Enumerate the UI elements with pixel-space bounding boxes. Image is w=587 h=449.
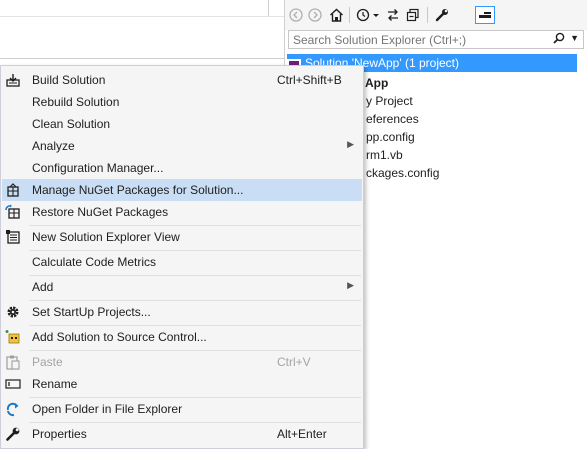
divider bbox=[0, 58, 284, 59]
divider bbox=[268, 0, 269, 16]
editor-tab-strip bbox=[0, 0, 284, 64]
source-control-icon bbox=[5, 329, 21, 345]
menu-item-label: Build Solution bbox=[32, 73, 106, 87]
toolbar-separator bbox=[349, 7, 350, 23]
submenu-arrow-icon: ▶ bbox=[347, 139, 354, 149]
menu-item-rename[interactable]: Rename bbox=[2, 373, 362, 395]
menu-item-shortcut: Ctrl+Shift+B bbox=[277, 73, 342, 87]
build-icon bbox=[5, 72, 21, 88]
context-menu: Build Solution Ctrl+Shift+B Rebuild Solu… bbox=[0, 65, 364, 449]
menu-item-label: Calculate Code Metrics bbox=[32, 255, 157, 269]
rename-icon bbox=[5, 376, 21, 392]
preview-selected-items-icon[interactable] bbox=[475, 6, 495, 24]
tree-node-packages-config[interactable]: ckages.config bbox=[366, 164, 439, 182]
menu-item-build-solution[interactable]: Build Solution Ctrl+Shift+B bbox=[2, 69, 362, 91]
solution-explorer-toolbar bbox=[285, 0, 587, 30]
restore-nuget-icon bbox=[5, 204, 21, 220]
menu-item-label: New Solution Explorer View bbox=[32, 230, 180, 244]
menu-item-label: Configuration Manager... bbox=[32, 161, 164, 175]
tree-node-label: App bbox=[365, 76, 389, 90]
menu-item-set-startup-projects[interactable]: Set StartUp Projects... bbox=[2, 301, 362, 323]
menu-item-label: Manage NuGet Packages for Solution... bbox=[32, 183, 244, 197]
tree-node-label: eferences bbox=[366, 112, 419, 126]
back-icon[interactable] bbox=[288, 6, 304, 24]
menu-item-open-folder[interactable]: Open Folder in File Explorer bbox=[2, 398, 362, 420]
open-folder-icon bbox=[5, 401, 21, 417]
tree-node-references[interactable]: eferences bbox=[366, 110, 419, 128]
menu-item-add[interactable]: Add ▶ bbox=[2, 276, 362, 298]
menu-item-label: Open Folder in File Explorer bbox=[32, 402, 183, 416]
menu-item-label: Add bbox=[32, 280, 54, 294]
tree-node-label: rm1.vb bbox=[366, 148, 403, 162]
search-box[interactable]: ▼ bbox=[288, 30, 584, 49]
sync-icon[interactable] bbox=[385, 6, 401, 24]
menu-item-label: Set StartUp Projects... bbox=[32, 305, 151, 319]
tree-node-my-project[interactable]: y Project bbox=[366, 92, 413, 110]
menu-item-calculate-code-metrics[interactable]: Calculate Code Metrics bbox=[2, 251, 362, 273]
chevron-down-icon[interactable]: ▼ bbox=[570, 33, 579, 43]
menu-item-properties[interactable]: Properties Alt+Enter bbox=[2, 423, 362, 445]
menu-item-restore-nuget[interactable]: Restore NuGet Packages bbox=[2, 201, 362, 223]
menu-item-label: Paste bbox=[32, 355, 63, 369]
menu-item-label: Properties bbox=[32, 427, 87, 441]
new-view-icon bbox=[5, 229, 21, 245]
submenu-arrow-icon: ▶ bbox=[347, 280, 354, 290]
menu-item-paste[interactable]: Paste Ctrl+V bbox=[2, 351, 362, 373]
menu-item-analyze[interactable]: Analyze ▶ bbox=[2, 135, 362, 157]
tree-node-app-config[interactable]: pp.config bbox=[366, 128, 415, 146]
menu-item-label: Rename bbox=[32, 377, 78, 391]
nuget-icon bbox=[5, 182, 21, 198]
menu-item-rebuild-solution[interactable]: Rebuild Solution bbox=[2, 91, 362, 113]
tree-node-label: pp.config bbox=[366, 130, 415, 144]
search-input[interactable] bbox=[289, 32, 543, 47]
menu-item-label: Add Solution to Source Control... bbox=[32, 330, 207, 344]
search-icon[interactable] bbox=[553, 32, 565, 47]
forward-icon[interactable] bbox=[307, 6, 323, 24]
divider bbox=[0, 16, 284, 17]
tree-node-label: y Project bbox=[366, 94, 413, 108]
tree-node-project[interactable]: App bbox=[365, 74, 388, 92]
menu-item-label: Restore NuGet Packages bbox=[32, 205, 169, 219]
tree-node-label: ckages.config bbox=[366, 166, 440, 180]
menu-item-label: Rebuild Solution bbox=[32, 95, 120, 109]
home-icon[interactable] bbox=[327, 6, 345, 24]
menu-item-shortcut: Ctrl+V bbox=[277, 355, 311, 369]
menu-item-configuration-manager[interactable]: Configuration Manager... bbox=[2, 157, 362, 179]
collapse-all-icon[interactable] bbox=[405, 6, 421, 24]
history-icon[interactable] bbox=[355, 6, 381, 24]
gear-icon bbox=[5, 304, 21, 320]
wrench-icon[interactable] bbox=[434, 6, 450, 24]
menu-item-clean-solution[interactable]: Clean Solution bbox=[2, 113, 362, 135]
toolbar-separator bbox=[427, 7, 428, 23]
wrench-icon bbox=[5, 426, 21, 442]
menu-item-label: Analyze bbox=[32, 139, 75, 153]
tree-node-form1[interactable]: rm1.vb bbox=[366, 146, 403, 164]
menu-item-shortcut: Alt+Enter bbox=[277, 427, 327, 441]
menu-item-manage-nuget[interactable]: Manage NuGet Packages for Solution... bbox=[2, 179, 362, 201]
menu-item-label: Clean Solution bbox=[32, 117, 111, 131]
menu-item-add-to-source-control[interactable]: Add Solution to Source Control... bbox=[2, 326, 362, 348]
menu-item-new-solution-explorer-view[interactable]: New Solution Explorer View bbox=[2, 226, 362, 248]
paste-icon bbox=[5, 354, 21, 370]
